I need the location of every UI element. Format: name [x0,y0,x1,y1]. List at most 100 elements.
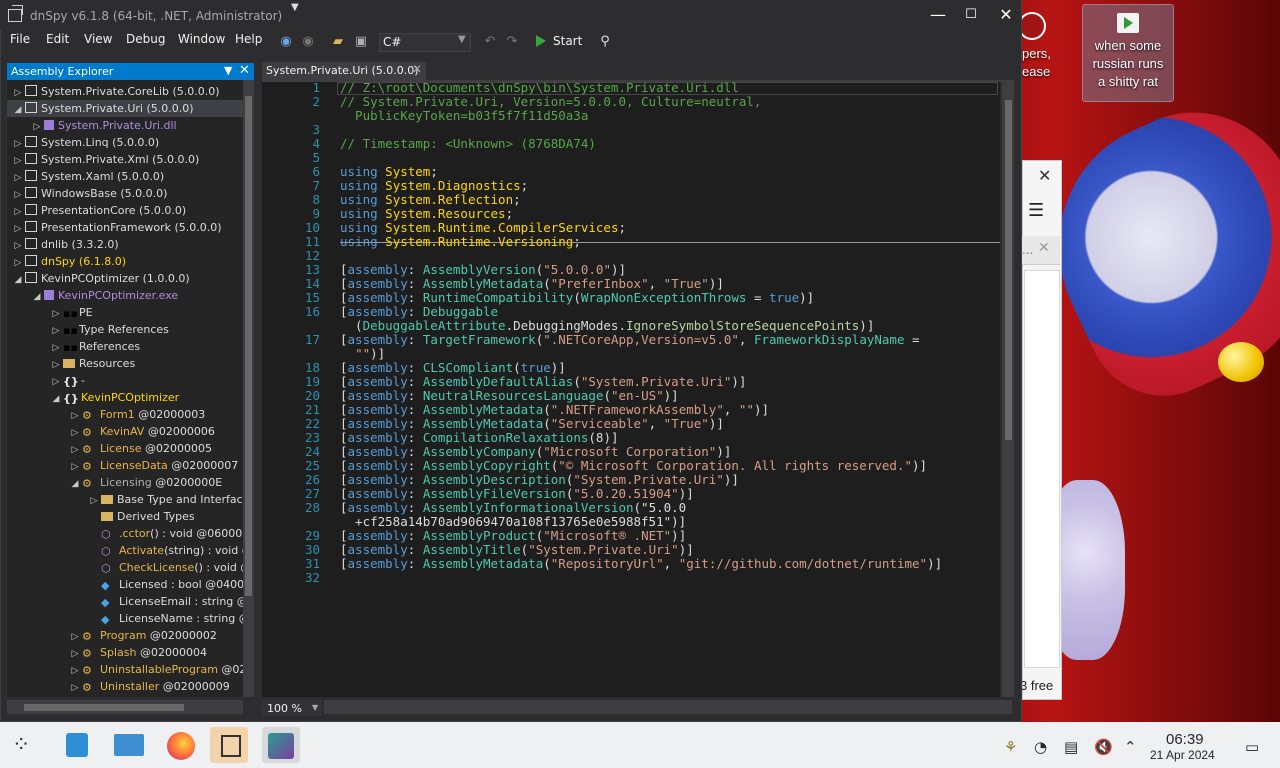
menu-view[interactable]: View [84,32,112,46]
tree-item[interactable]: ▷ PresentationFramework (5.0.0.0) [7,219,243,236]
tree-item[interactable]: ▷ ▪▪Type References [7,321,243,338]
redo-icon[interactable]: ↷ [503,33,521,51]
taskbar-firefox[interactable] [162,727,200,763]
menu-help[interactable]: Help [235,32,262,46]
code-line: [assembly: AssemblyDefaultAlias("System.… [340,374,747,389]
tree-item[interactable]: ▷ Base Type and Interface [7,491,250,508]
tree-item[interactable]: ▷ ⚙ KevinAV @02000006 [7,423,243,440]
tree-item[interactable]: ⬡ CheckLicense() : void @0 [7,559,254,576]
chevron-down-icon: ▼ [458,34,466,45]
panel-dropdown-icon[interactable]: ▼ [224,64,232,77]
assembly-icon [25,255,37,266]
tree-item-token: @02000004 [136,646,207,659]
assembly-explorer-title: Assembly Explorer [11,65,114,78]
tree-item[interactable]: ▷ System.Private.CoreLib (5.0.0.0) [7,83,243,100]
tree-item[interactable]: ◆ Licensed : bool @040000 [7,576,254,593]
pin-icon[interactable]: ▼ [291,2,299,13]
tray-updates-icon[interactable]: ⚘ [1004,738,1017,756]
tree-item[interactable]: ▷ WindowsBase (5.0.0.0) [7,185,243,202]
tree-item-label: System.Private.Uri (5.0.0.0) [41,102,194,115]
tree-item[interactable]: ◢ ⚙ Licensing @0200000E [7,474,243,491]
close-button[interactable]: ✕ [991,4,1021,26]
search-icon[interactable]: ⚲ [596,33,614,51]
tree-item[interactable]: ▷⚙UninstallableProgram @0200 [7,661,254,678]
menu-debug[interactable]: Debug [126,32,165,46]
tree-item[interactable]: ▷ System.Private.Xml (5.0.0.0) [7,151,243,168]
tree-item[interactable]: ▷ System.Private.Uri.dll [7,117,243,134]
taskbar-files[interactable] [109,727,147,763]
tray-clipboard-icon[interactable]: ▤ [1064,738,1078,756]
line-number: 29 [304,528,320,543]
panel-close-icon[interactable]: ✕ [239,63,250,78]
clock-date[interactable]: 21 Apr 2024 [1150,748,1215,762]
minimize-button[interactable]: — [923,4,953,26]
tree-item[interactable]: ▷ dnSpy (6.1.8.0) [7,253,243,270]
tree-vertical-scroll-thumb[interactable] [245,96,252,596]
tree-item[interactable]: ▷ ⚙ LicenseData @02000007 [7,457,243,474]
save-all-icon[interactable]: ▣ [352,33,370,51]
code-line: using System.Reflection; [340,192,521,207]
tree-item-label: Derived Types [117,510,195,523]
assembly-icon [25,85,37,96]
desktop-icon-label-2: russian runs [1092,56,1164,71]
tree-item[interactable]: ◢ KevinPCOptimizer.exe [7,287,243,304]
tree-item[interactable]: ▷ dnlib (3.3.2.0) [7,236,243,253]
taskbar-dnspy[interactable] [210,727,248,763]
clock-time[interactable]: 06:39 [1166,731,1204,748]
tree-item[interactable]: ▷ ⚙ Splash @02000004 [7,644,243,661]
class-icon: ⚙ [82,426,92,439]
start-button[interactable]: Start [553,34,582,48]
tree-item-token: @0200000E [151,476,223,489]
tree-item[interactable]: ▷ System.Xaml (5.0.0.0) [7,168,243,185]
tray-expand-icon[interactable]: ⌃ [1124,738,1137,756]
tree-item[interactable]: ⬡ Activate(string) : void @ [7,542,253,559]
tree-item[interactable]: ◆ LicenseName : string @C [7,610,254,627]
taskbar-discover[interactable] [58,727,96,763]
tray-network-icon[interactable]: ◔ [1034,738,1047,756]
tree-item[interactable]: Derived Types [7,508,243,525]
tree-item[interactable]: ▷ PresentationCore (5.0.0.0) [7,202,243,219]
tree-item[interactable]: ◆ LicenseEmail : string @0 [7,593,254,610]
tree-item[interactable]: ▷ Resources [7,355,243,372]
tray-volume-muted-icon[interactable]: 🔇 [1094,738,1113,756]
tree-item[interactable]: ▷ ⚙ Uninstaller @02000009 [7,678,243,695]
tree-item[interactable]: ▷ System.Linq (5.0.0.0) [7,134,243,151]
background-tab-close-icon[interactable]: ✕ [1038,240,1050,256]
background-window-close-icon[interactable]: ✕ [1038,166,1051,185]
tree-item[interactable]: ▷ ⚙ Program @02000002 [7,627,243,644]
menu-window[interactable]: Window [178,32,225,46]
tree-item[interactable]: ◢ KevinPCOptimizer (1.0.0.0) [7,270,243,287]
tree-item[interactable]: ▷ ⚙ License @02000005 [7,440,243,457]
menu-file[interactable]: File [10,32,30,46]
open-icon[interactable]: ▰ [329,33,347,51]
desktop-icon-label-3: a shitty rat [1098,74,1158,89]
editor-horizontal-scrollbar[interactable] [324,700,1012,714]
method-icon: ⬡ [101,562,111,575]
class-icon: ⚙ [82,664,92,677]
maximize-button[interactable]: ☐ [956,4,986,26]
show-desktop-icon[interactable]: ▭ [1245,738,1259,756]
tree-item[interactable]: ▷ ⚙ Form1 @02000003 [7,406,243,423]
desktop-file-icon[interactable]: when some russian runs a shitty rat [1082,4,1174,102]
tree-item[interactable]: ▷ ▪▪References [7,338,243,355]
assembly-icon [25,136,37,147]
forward-icon[interactable]: ◉ [299,33,317,51]
tab-close-icon[interactable]: ✕ [412,62,422,76]
editor-vertical-scroll-thumb[interactable] [1005,100,1012,440]
tree-item[interactable]: ▷ ▪▪PE [7,304,243,321]
hamburger-menu-icon[interactable]: ☰ [1028,200,1044,221]
menu-edit[interactable]: Edit [46,32,69,46]
line-number: 18 [304,360,320,375]
undo-icon[interactable]: ↶ [481,33,499,51]
collapsed-arrow-icon[interactable]: ▷ [68,680,82,697]
start-play-icon[interactable] [536,35,546,47]
back-icon[interactable]: ◉ [277,33,295,51]
app-launcher-icon[interactable]: ⁘ [12,733,30,758]
taskbar-app[interactable] [262,727,300,763]
tree-item[interactable]: ⬡ .cctor() : void @0600000 [7,525,254,542]
tree-item[interactable]: ◢ System.Private.Uri (5.0.0.0) [7,100,243,117]
class-icon: ⚙ [82,630,92,643]
tree-horizontal-scroll-thumb[interactable] [24,704,184,711]
tree-item[interactable]: ▷{} - [7,372,243,389]
tree-item[interactable]: ◢{} KevinPCOptimizer [7,389,243,406]
